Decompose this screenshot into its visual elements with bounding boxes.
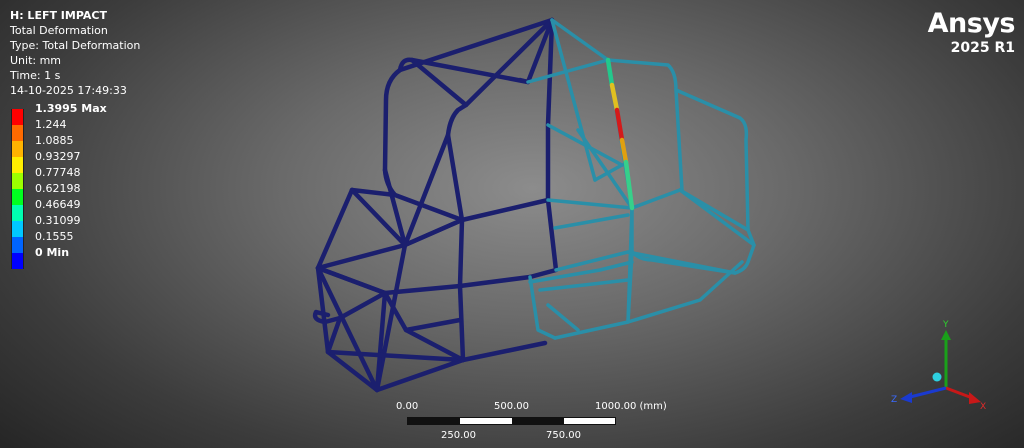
frame-tubes-mid-deformation xyxy=(526,18,756,340)
scale-segment xyxy=(512,418,564,424)
scale-ruler: 0.00 500.00 1000.00 (mm) 250.00 750.00 xyxy=(380,400,667,444)
scale-segment xyxy=(460,418,512,424)
scale-label-250: 250.00 xyxy=(441,430,476,441)
chassis-frame-model[interactable] xyxy=(312,17,756,393)
scale-label-750: 750.00 xyxy=(546,430,581,441)
scale-segment xyxy=(564,418,615,424)
scale-segment xyxy=(408,418,460,424)
triad-y-label: Y xyxy=(942,320,949,330)
scale-label-500: 500.00 xyxy=(494,401,529,412)
axis-triad[interactable]: Y X Z xyxy=(891,320,986,412)
scale-label-0: 0.00 xyxy=(396,401,419,412)
model-viewport[interactable]: Y X Z xyxy=(0,0,1024,448)
triad-z-label: Z xyxy=(891,395,897,405)
z-axis-arrowhead xyxy=(900,392,912,403)
y-axis-arrowhead xyxy=(941,330,951,340)
frame-tubes-low-deformation xyxy=(312,17,559,393)
frame-tube-max-deformation xyxy=(605,57,635,211)
triad-origin-sphere xyxy=(932,372,942,382)
scale-bar xyxy=(407,417,616,425)
scale-label-1000: 1000.00 (mm) xyxy=(595,401,667,412)
triad-x-label: X xyxy=(980,402,986,412)
